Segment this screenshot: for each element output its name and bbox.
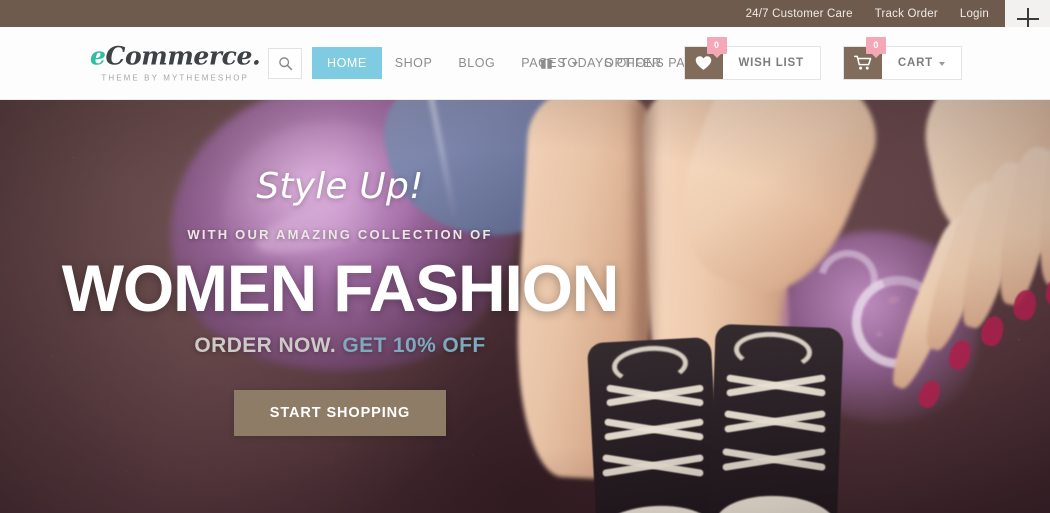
site-logo[interactable]: eCommerce. THEME BY MYTHEMESHOP: [90, 41, 261, 83]
nav-item-blog[interactable]: BLOG: [445, 48, 508, 78]
gift-icon: [540, 57, 553, 69]
chevron-down-icon: [939, 61, 945, 66]
todays-offer-link[interactable]: TODAYS OFFER: [540, 56, 661, 70]
top-utility-links: 24/7 Customer Care Track Order Login: [746, 8, 989, 20]
hero-banner: Style Up! WITH OUR AMAZING COLLECTION OF…: [0, 100, 1050, 513]
nav-item-shop[interactable]: SHOP: [382, 48, 446, 78]
cart-label: CART: [897, 57, 933, 69]
nav-item-shop-label: SHOP: [394, 56, 433, 70]
link-login[interactable]: Login: [960, 8, 989, 20]
logo-main-text: Commerce.: [105, 41, 261, 71]
heart-icon: [695, 56, 712, 70]
nav-item-home[interactable]: HOME: [312, 47, 382, 79]
wishlist-label: WISH LIST: [738, 57, 804, 69]
nav-item-home-label: HOME: [327, 56, 367, 70]
link-customer-care[interactable]: 24/7 Customer Care: [746, 8, 853, 20]
logo-tagline: THEME BY MYTHEMESHOP: [101, 73, 249, 83]
wishlist-count-badge: 0: [706, 37, 727, 58]
todays-offer-label: TODAYS OFFER: [559, 56, 662, 70]
logo-wordmark: eCommerce.: [90, 41, 261, 71]
hero-offer-line: ORDER NOW. GET 10% OFF: [194, 334, 485, 358]
search-button[interactable]: [268, 47, 302, 79]
start-shopping-button[interactable]: START SHOPPING: [233, 390, 447, 437]
nav-item-blog-label: BLOG: [458, 56, 496, 70]
site-header: eCommerce. THEME BY MYTHEMESHOP HOME SHO…: [0, 27, 1050, 100]
cart-label-wrap: CART: [882, 47, 961, 79]
header-actions: TODAYS OFFER 0 WISH LIST 0 CART: [540, 37, 962, 80]
top-utility-bar: 24/7 Customer Care Track Order Login: [0, 0, 1005, 27]
cart-count-badge: 0: [865, 37, 886, 58]
shopping-cart-icon: [853, 55, 872, 70]
hero-content: Style Up! WITH OUR AMAZING COLLECTION OF…: [0, 100, 680, 513]
search-icon: [278, 56, 292, 70]
hero-subtitle: WITH OUR AMAZING COLLECTION OF: [187, 226, 493, 242]
logo-accent-letter: e: [90, 41, 106, 71]
wishlist-button[interactable]: 0 WISH LIST: [683, 37, 821, 80]
link-track-order[interactable]: Track Order: [875, 8, 938, 20]
cart-button[interactable]: 0 CART: [842, 37, 962, 80]
hero-title: WOMEN FASHION: [61, 250, 620, 325]
storefront-homepage: 24/7 Customer Care Track Order Login eCo…: [0, 0, 1050, 513]
hero-discount-text: GET 10% OFF: [342, 334, 486, 358]
hero-eyebrow-script: Style Up!: [256, 165, 424, 207]
hero-order-text: ORDER NOW.: [194, 334, 337, 358]
